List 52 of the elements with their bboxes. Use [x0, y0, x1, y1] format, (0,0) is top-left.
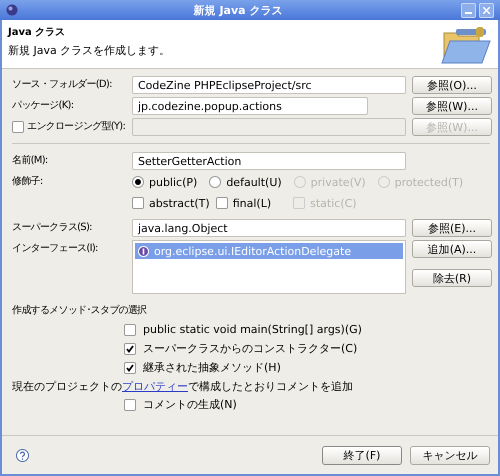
checkbox[interactable] [124, 362, 136, 374]
option-label: final(L) [232, 196, 272, 210]
field-label: エンクロージング型(Y): [27, 120, 126, 134]
field-label: インターフェース(I): [12, 242, 99, 256]
browse-button[interactable]: 参照(E)... [412, 219, 492, 237]
radio-button[interactable] [209, 176, 222, 188]
option-label: public static void main(String[] args)(G) [143, 323, 362, 336]
option-label: 継承された抽象メソッド(H) [143, 360, 281, 375]
field-label: スーパークラス(S): [12, 221, 93, 235]
option-label: abstract(T) [149, 196, 210, 210]
field-label: ソース・フォルダー(D): [12, 78, 113, 92]
radio-button[interactable] [132, 176, 144, 188]
checkbox[interactable] [216, 197, 228, 209]
input-field[interactable]: java.lang.Object [132, 219, 406, 237]
input-field[interactable] [132, 118, 406, 136]
interface-icon [138, 246, 149, 256]
app-icon [6, 4, 18, 16]
wizard-title: Java クラス [8, 26, 66, 39]
remove-button[interactable]: 除去(R) [412, 269, 492, 287]
option-label: public(P) [149, 176, 198, 188]
field-label: 名前(M): [12, 154, 49, 168]
interface-name: org.eclipse.ui.IEditorActionDelegate [154, 244, 352, 258]
field-label: 修飾子: [12, 175, 44, 189]
option-label: protected(T) [394, 176, 464, 188]
browse-button[interactable]: 参照(W)... [412, 97, 492, 115]
add-button[interactable]: 追加(A)... [412, 240, 492, 258]
finish-button[interactable]: 終了(F) [322, 446, 402, 464]
checkbox[interactable] [12, 121, 24, 133]
window-title: 新規 Java クラス [192, 2, 284, 18]
cancel-button[interactable]: キャンセル [410, 446, 490, 464]
option-label: コメントの生成(N) [143, 397, 237, 412]
wizard-description: 新規 Java クラスを作成します。 [8, 43, 172, 58]
field-label: パッケージ(K): [12, 99, 74, 113]
option-label: スーパークラスからのコンストラクター(C) [143, 341, 358, 356]
option-label: private(V) [310, 176, 366, 188]
properties-link[interactable]: プロパティー [122, 380, 188, 392]
section-heading: 作成するメソッド･スタブの選択 [12, 304, 147, 318]
option-label: default(U) [226, 176, 282, 188]
browse-button[interactable]: 参照(O)... [412, 76, 492, 94]
input-field[interactable]: CodeZine PHPEclipseProject/src [132, 76, 406, 94]
checkbox[interactable] [132, 197, 144, 209]
comment-note: 現在のプロジェクトのプロパティーで構成したとおりコメントを追加 [12, 378, 353, 394]
input-field[interactable]: jp.codezine.popup.actions [132, 97, 368, 115]
input-field[interactable]: SetterGetterAction [132, 152, 406, 170]
help-icon[interactable] [16, 448, 29, 462]
checkbox[interactable] [124, 324, 136, 336]
option-label: static(C) [310, 196, 357, 210]
minimize-button[interactable] [461, 2, 476, 18]
checkbox[interactable] [124, 398, 136, 410]
close-icon [483, 6, 490, 14]
checkbox[interactable] [124, 342, 136, 354]
close-button[interactable] [479, 2, 494, 18]
